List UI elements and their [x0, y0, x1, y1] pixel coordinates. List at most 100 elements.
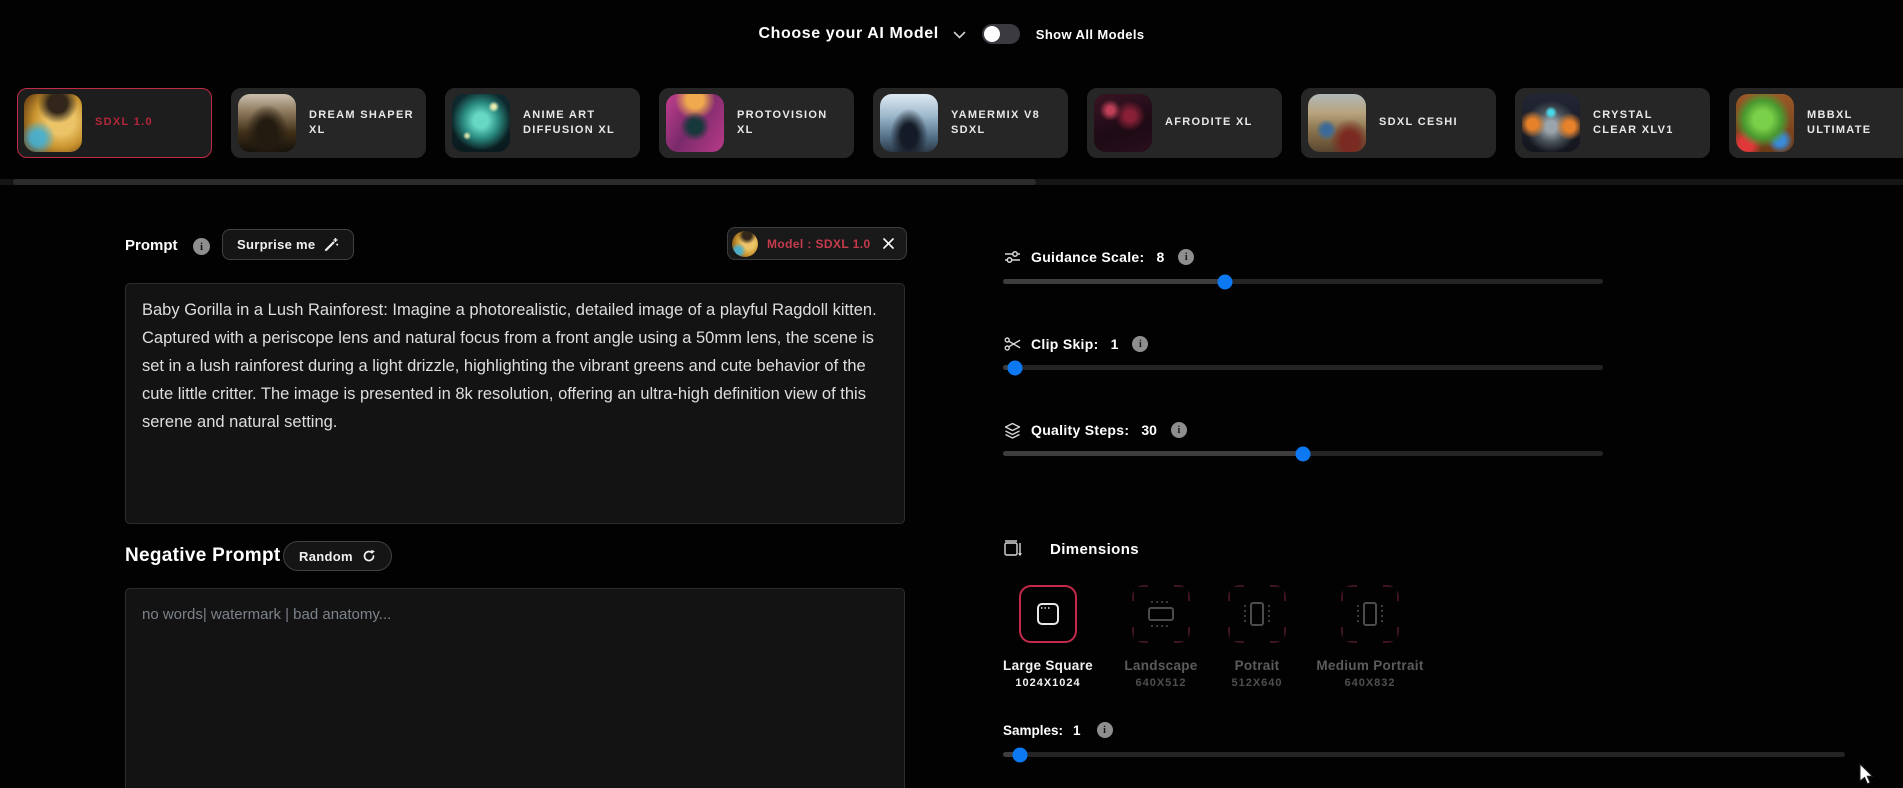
- portrait-shape-icon: [1363, 602, 1377, 626]
- random-button[interactable]: Random: [283, 541, 392, 571]
- guidance-scale-row: Guidance Scale: 8 i: [1003, 247, 1194, 267]
- dimension-name: Potrait: [1197, 658, 1317, 673]
- model-card-protovision-xl[interactable]: PROTOVISION XL: [659, 88, 854, 158]
- clip-skip-slider[interactable]: [1003, 365, 1603, 370]
- model-card-yamermix-v8-sdxl[interactable]: YAMERMIX V8 SDXL: [873, 88, 1068, 158]
- model-name: SDXL 1.0: [95, 115, 153, 130]
- quality-steps-value: 30: [1141, 422, 1157, 438]
- dimension-size: 512X640: [1197, 677, 1317, 689]
- model-card-sdxl-ceshi[interactable]: SDXL CESHI: [1301, 88, 1496, 158]
- slider-fill: [1003, 451, 1303, 456]
- surprise-me-button[interactable]: Surprise me: [222, 229, 354, 260]
- model-chip-avatar: [732, 231, 758, 257]
- clip-skip-row: Clip Skip: 1 i: [1003, 334, 1148, 354]
- close-icon[interactable]: [882, 237, 895, 250]
- model-card-afrodite-xl[interactable]: AFRODITE XL: [1087, 88, 1282, 158]
- model-thumbnail: [666, 94, 724, 152]
- negative-prompt-textarea[interactable]: [125, 588, 905, 788]
- samples-label: Samples:: [1003, 723, 1063, 738]
- chevron-down-icon: [953, 31, 966, 40]
- model-thumbnail: [452, 94, 510, 152]
- landscape-shape-icon: [1148, 607, 1174, 621]
- show-all-models-label: Show All Models: [1036, 27, 1145, 42]
- guidance-scale-label: Guidance Scale:: [1031, 249, 1144, 265]
- guidance-scale-value: 8: [1156, 249, 1164, 265]
- negative-prompt-label: Negative Prompt: [125, 545, 280, 567]
- quality-steps-slider-thumb[interactable]: [1296, 446, 1311, 461]
- clip-skip-value: 1: [1111, 336, 1119, 352]
- model-chip-label: Model : SDXL 1.0: [767, 237, 871, 251]
- dimension-name: Medium Portrait: [1310, 658, 1430, 673]
- model-card-sdxl-1-0[interactable]: SDXL 1.0: [17, 88, 212, 158]
- model-name: AFRODITE XL: [1165, 115, 1253, 130]
- model-name: SDXL CESHI: [1379, 115, 1458, 130]
- guidance-slider-thumb[interactable]: [1218, 274, 1233, 289]
- choose-model-label: Choose your AI Model: [758, 25, 938, 43]
- surprise-me-label: Surprise me: [237, 237, 315, 252]
- show-all-models-toggle[interactable]: [982, 24, 1020, 44]
- clip-skip-info-icon[interactable]: i: [1132, 336, 1148, 352]
- prompt-label: Prompt: [125, 237, 178, 254]
- refresh-icon: [362, 549, 376, 563]
- carousel-scrollbar[interactable]: [0, 179, 1903, 185]
- model-card-crystal-clear-xlv1[interactable]: CRYSTAL CLEAR XLV1: [1515, 88, 1710, 158]
- samples-row: Samples: 1 i: [1003, 722, 1113, 738]
- model-name: PROTOVISION XL: [737, 108, 845, 139]
- samples-slider[interactable]: [1003, 752, 1845, 757]
- samples-value: 1: [1073, 723, 1081, 738]
- dimension-name: Large Square: [988, 658, 1108, 673]
- portrait-shape-icon: [1250, 602, 1264, 626]
- prompt-info-icon[interactable]: i: [193, 238, 210, 255]
- dimension-box: [1019, 585, 1077, 643]
- scissors-icon: [1003, 336, 1021, 352]
- magic-wand-icon: [324, 237, 339, 252]
- quality-steps-row: Quality Steps: 30 i: [1003, 420, 1187, 440]
- dimension-box: [1228, 585, 1286, 643]
- guidance-info-icon[interactable]: i: [1178, 249, 1194, 265]
- model-card-dream-shaper-xl[interactable]: DREAM SHAPER XL: [231, 88, 426, 158]
- guidance-scale-slider[interactable]: [1003, 279, 1603, 284]
- layers-icon: [1003, 422, 1021, 439]
- model-name: CRYSTAL CLEAR XLV1: [1593, 108, 1701, 139]
- dimension-size: 640X832: [1310, 677, 1430, 689]
- prompt-textarea[interactable]: Baby Gorilla in a Lush Rainforest: Imagi…: [125, 283, 905, 524]
- slider-fill: [1003, 279, 1225, 284]
- random-label: Random: [299, 549, 353, 564]
- quality-steps-info-icon[interactable]: i: [1171, 422, 1187, 438]
- model-card-anime-art-diffusion-xl[interactable]: ANIME ART DIFFUSION XL: [445, 88, 640, 158]
- model-select-header: Choose your AI Model Show All Models: [0, 18, 1903, 50]
- quality-steps-slider[interactable]: [1003, 451, 1603, 456]
- selected-model-chip[interactable]: Model : SDXL 1.0: [727, 227, 907, 260]
- dimension-box: [1132, 585, 1190, 643]
- square-shape-icon: [1037, 603, 1059, 625]
- model-name: MBBXL ULTIMATE: [1807, 108, 1903, 139]
- samples-slider-thumb[interactable]: [1012, 747, 1027, 762]
- dimension-size: 1024X1024: [988, 677, 1108, 689]
- mouse-cursor: [1859, 764, 1874, 785]
- model-card-mbbxl-ultimate[interactable]: MBBXL ULTIMATE: [1729, 88, 1903, 158]
- dimension-option-potrait[interactable]: Potrait 512X640: [1197, 585, 1317, 689]
- dimension-box: [1341, 585, 1399, 643]
- model-thumbnail: [1094, 94, 1152, 152]
- model-thumbnail: [238, 94, 296, 152]
- toggle-knob: [984, 26, 1000, 42]
- model-thumbnail: [1736, 94, 1794, 152]
- dimensions-label: Dimensions: [1050, 541, 1139, 558]
- quality-steps-label: Quality Steps:: [1031, 422, 1129, 438]
- clip-skip-label: Clip Skip:: [1031, 336, 1099, 352]
- clip-skip-slider-thumb[interactable]: [1008, 360, 1023, 375]
- samples-info-icon[interactable]: i: [1097, 722, 1113, 738]
- choose-model-dropdown[interactable]: Choose your AI Model: [758, 25, 965, 43]
- model-thumbnail: [1522, 94, 1580, 152]
- model-thumbnail: [880, 94, 938, 152]
- dimension-option-medium-portrait[interactable]: Medium Portrait 640X832: [1310, 585, 1430, 689]
- model-name: DREAM SHAPER XL: [309, 108, 417, 139]
- dimensions-header: Dimensions: [1003, 540, 1139, 559]
- model-carousel[interactable]: SDXL 1.0 DREAM SHAPER XL ANIME ART DIFFU…: [0, 88, 1903, 158]
- dimensions-icon: [1003, 540, 1022, 559]
- carousel-scrollbar-thumb[interactable]: [13, 179, 1036, 185]
- model-thumbnail: [1308, 94, 1366, 152]
- sliders-icon: [1003, 249, 1021, 265]
- dimension-option-large-square[interactable]: Large Square 1024X1024: [988, 585, 1108, 689]
- model-name: ANIME ART DIFFUSION XL: [523, 108, 631, 139]
